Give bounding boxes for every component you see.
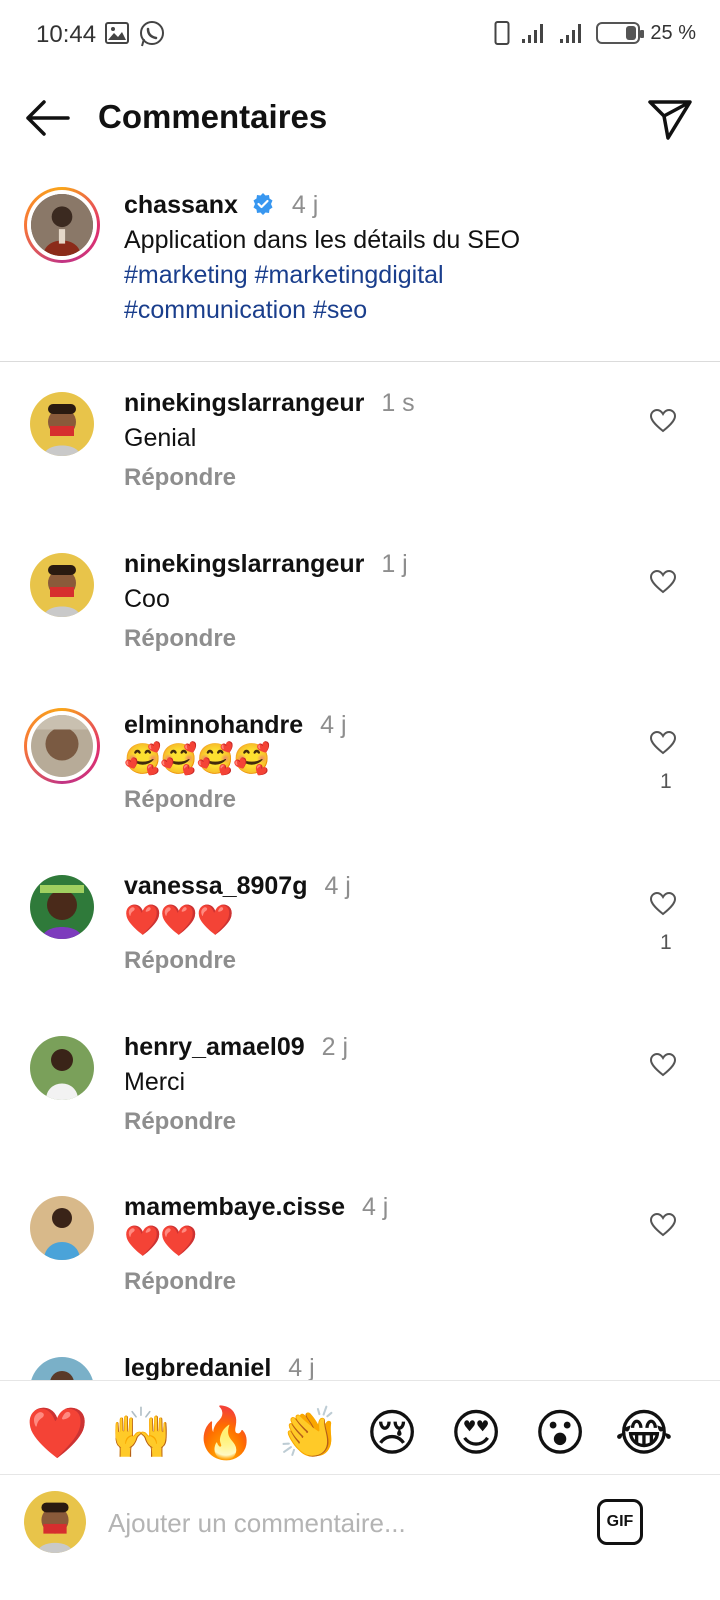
emoji-crying[interactable]: 😢	[362, 1403, 422, 1463]
page-title: Commentaires	[98, 98, 328, 135]
caption-body: Application dans les détails du SEO	[124, 226, 521, 254]
comment-time: 4 j	[361, 1193, 389, 1221]
heart-icon[interactable]	[650, 731, 676, 755]
signal-icon	[522, 24, 544, 43]
comment-username[interactable]: vanessa_8907g	[124, 872, 307, 900]
signal-icon	[560, 24, 582, 43]
avatar[interactable]	[30, 1036, 94, 1100]
header: Commentaires	[0, 80, 720, 160]
avatar[interactable]	[24, 708, 100, 784]
comment-time: 1 s	[381, 389, 415, 417]
emoji-heart-eyes[interactable]: 😍	[446, 1403, 506, 1463]
notification-icons	[104, 20, 166, 48]
list-item: mamembaye.cisse 4 j ❤️❤️ Répondre	[0, 1193, 720, 1356]
avatar[interactable]	[30, 392, 94, 456]
comment-text: Coo	[124, 585, 170, 613]
avatar[interactable]	[24, 187, 100, 263]
comment-username[interactable]: henry_amael09	[124, 1033, 305, 1061]
reply-button[interactable]: Répondre	[124, 786, 624, 814]
reply-button[interactable]: Répondre	[124, 947, 624, 975]
list-item: vanessa_8907g 4 j ❤️❤️❤️ Répondre 1	[0, 872, 720, 1035]
caption-hashtags[interactable]: #communication #seo	[124, 293, 684, 328]
list-item: legbredaniel 4 j	[0, 1357, 720, 1381]
like-count: 1	[660, 931, 672, 954]
heart-icon[interactable]	[650, 1213, 676, 1237]
list-item: henry_amael09 2 j Merci Répondre	[0, 1033, 720, 1196]
avatar[interactable]	[30, 553, 94, 617]
comment-text: Genial	[124, 424, 197, 452]
list-item: elminnohandre 4 j 🥰🥰🥰🥰 Répondre 1	[0, 708, 720, 874]
avatar[interactable]	[30, 1196, 94, 1260]
battery-icon	[596, 22, 645, 44]
comment-text: 🥰🥰🥰🥰	[124, 743, 270, 776]
heart-icon[interactable]	[650, 570, 676, 594]
list-item: ninekingslarrangeur 1 j Coo Répondre	[0, 550, 720, 713]
system-indicators: 25 %	[494, 20, 696, 46]
comment-text: ❤️❤️	[124, 1225, 198, 1258]
avatar[interactable]	[30, 1357, 94, 1381]
comment-composer: GIF	[0, 1474, 720, 1600]
list-item: ninekingslarrangeur 1 s Genial Répondre	[0, 389, 720, 552]
caption-time: 4 j	[291, 191, 319, 219]
post-caption: chassanx 4 j Application dans les détail…	[0, 180, 720, 365]
emoji-surprised[interactable]: 😮	[530, 1403, 590, 1463]
reply-button[interactable]: Répondre	[124, 1268, 624, 1296]
battery-percent: 25 %	[650, 21, 696, 44]
emoji-heart[interactable]: ❤️	[26, 1403, 88, 1463]
send-icon[interactable]	[646, 94, 694, 142]
reply-button[interactable]: Répondre	[124, 464, 624, 492]
comments-screen: 10:44 25 % Commentaires chassanx 4 j App…	[0, 0, 720, 1600]
gallery-icon	[105, 22, 129, 44]
avatar[interactable]	[30, 875, 94, 939]
comment-username[interactable]: ninekingslarrangeur	[124, 550, 364, 578]
verified-badge-icon	[253, 193, 273, 215]
heart-icon[interactable]	[650, 892, 676, 916]
emoji-fire[interactable]: 🔥	[194, 1403, 256, 1463]
emoji-raised-hands[interactable]: 🙌	[110, 1403, 172, 1463]
battery-level	[626, 26, 637, 40]
comment-time: 2 j	[321, 1033, 349, 1061]
caption-username[interactable]: chassanx	[124, 191, 238, 219]
gif-button[interactable]: GIF	[597, 1499, 643, 1545]
comment-username[interactable]: elminnohandre	[124, 711, 303, 739]
comment-text: Merci	[124, 1068, 186, 1096]
like-count: 1	[660, 770, 672, 793]
back-arrow-icon[interactable]	[22, 96, 74, 140]
avatar	[24, 1491, 86, 1553]
comment-username[interactable]: ninekingslarrangeur	[124, 389, 364, 417]
heart-icon[interactable]	[650, 1053, 676, 1077]
heart-icon[interactable]	[650, 409, 676, 433]
caption-text: chassanx 4 j Application dans les détail…	[124, 188, 684, 328]
comment-username[interactable]: legbredaniel	[124, 1357, 271, 1381]
comment-input[interactable]	[108, 1503, 568, 1543]
comment-time: 4 j	[324, 872, 351, 900]
emoji-quick-bar: ❤️ 🙌 🔥 👏 😢 😍 😮 😂	[0, 1380, 720, 1476]
comment-time: 4 j	[288, 1357, 315, 1381]
emoji-clap[interactable]: 👏	[278, 1403, 340, 1463]
phone-icon	[494, 21, 510, 45]
whatsapp-icon	[140, 21, 164, 47]
comment-time: 1 j	[381, 550, 408, 578]
status-bar: 10:44 25 %	[0, 0, 720, 72]
divider	[0, 361, 720, 362]
caption-hashtags[interactable]: #marketing #marketingdigital	[124, 258, 684, 293]
emoji-laughing[interactable]: 😂	[614, 1403, 674, 1463]
comment-username[interactable]: mamembaye.cisse	[124, 1193, 345, 1221]
comment-text: ❤️❤️❤️	[124, 904, 234, 937]
comment-time: 4 j	[320, 711, 347, 739]
reply-button[interactable]: Répondre	[124, 1108, 624, 1136]
reply-button[interactable]: Répondre	[124, 625, 624, 653]
status-time: 10:44	[36, 21, 97, 48]
